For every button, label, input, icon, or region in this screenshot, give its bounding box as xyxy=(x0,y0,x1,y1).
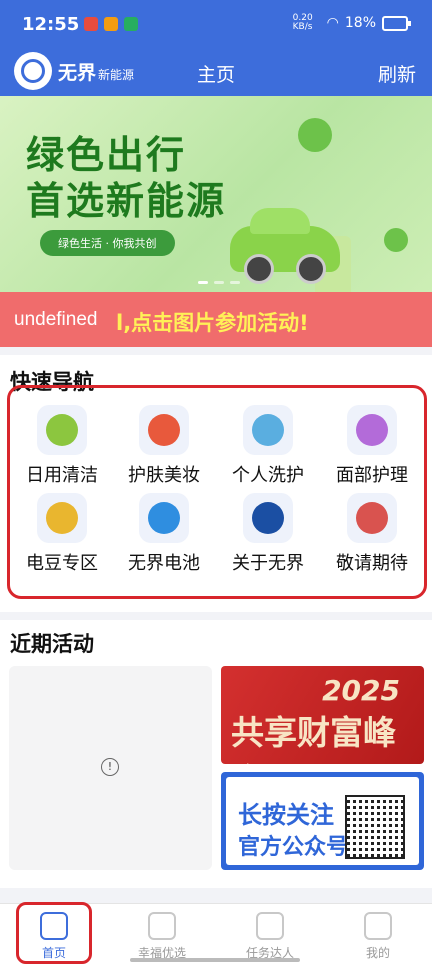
quick-nav-item[interactable]: 护肤美妆 xyxy=(112,405,216,487)
app-bar: 无界 新能源 主页 刷新 xyxy=(0,50,432,96)
follow-line1: 长按关注 xyxy=(238,801,334,829)
gesture-bar xyxy=(130,958,300,962)
activity-image-placeholder[interactable]: ! xyxy=(9,666,212,870)
battery-icon xyxy=(139,493,189,543)
flame-icon xyxy=(256,912,284,940)
image-error-icon: ! xyxy=(101,758,119,776)
car-illustration xyxy=(230,208,340,284)
logo-ring-icon xyxy=(243,493,293,543)
wifi-icon: ◠ xyxy=(326,15,339,31)
quick-nav-label: 无界电池 xyxy=(128,553,200,574)
header: 12:55 0.20 KB/s ◠ 18% 无界 新能源 主页 刷新 xyxy=(0,0,432,96)
summit-title: 共享财富峰会 xyxy=(231,713,396,764)
activity-card-summit[interactable]: 2025 共享财富峰会 xyxy=(221,666,424,764)
cosmetics-icon xyxy=(139,405,189,455)
tab-flame[interactable]: 任务达人 xyxy=(216,904,324,965)
quick-nav-item[interactable]: 无界电池 xyxy=(112,493,216,575)
quick-nav-item[interactable]: 关于无界 xyxy=(216,493,320,575)
quick-nav-label: 敬请期待 xyxy=(336,553,408,574)
qr-code-icon xyxy=(345,795,405,859)
promo-banner[interactable]: 绿色出行 首选新能源 绿色生活 · 你我共创 xyxy=(0,96,432,292)
activity-card-follow[interactable]: 长按关注 官方公众号 xyxy=(221,772,424,870)
activities-title: 近期活动 xyxy=(10,632,94,656)
coins-icon xyxy=(37,493,87,543)
carousel-indicator xyxy=(198,281,240,284)
shopping-bag-icon xyxy=(148,912,176,940)
quick-nav-item[interactable]: 面部护理 xyxy=(320,405,424,487)
faucet-icon xyxy=(37,405,87,455)
active-tab-highlight xyxy=(16,902,92,964)
hourglass-icon xyxy=(347,493,397,543)
quick-nav-item[interactable]: 日用清洁 xyxy=(10,405,114,487)
notification-icon xyxy=(124,17,138,31)
quick-nav-label: 面部护理 xyxy=(336,465,408,486)
quick-nav-item[interactable]: 个人洗护 xyxy=(216,405,320,487)
user-icon xyxy=(364,912,392,940)
quick-nav-label: 护肤美妆 xyxy=(128,465,200,486)
notification-icon xyxy=(84,17,98,31)
quick-nav-label: 电豆专区 xyxy=(26,553,98,574)
quick-nav-item[interactable]: 敬请期待 xyxy=(320,493,424,575)
summit-year: 2025 xyxy=(322,674,400,707)
banner-headline: 绿色出行 首选新能源 xyxy=(26,132,226,224)
banner-line2: 首选新能源 xyxy=(26,179,227,223)
notice-bar[interactable]: undefined l,点击图片参加活动! xyxy=(0,292,432,347)
refresh-button[interactable]: 刷新 xyxy=(378,60,416,87)
battery-text: 18% xyxy=(344,15,376,31)
battery-icon xyxy=(382,15,411,31)
quick-nav-label: 个人洗护 xyxy=(232,465,304,486)
follow-card-inner: 长按关注 官方公众号 xyxy=(226,777,419,865)
skincare-bottle-icon xyxy=(347,405,397,455)
tab-label: 我的 xyxy=(365,946,390,960)
soap-icon xyxy=(243,405,293,455)
follow-line2: 官方公众号 xyxy=(238,835,349,860)
banner-line1: 绿色出行 xyxy=(26,133,187,177)
speed-text: 0.20 KB/s xyxy=(292,13,313,32)
banner-slogan: 绿色生活 · 你我共创 xyxy=(40,230,175,256)
leaf-icon xyxy=(384,228,408,252)
quick-nav-item[interactable]: 电豆专区 xyxy=(10,493,114,575)
status-bar: 12:55 0.20 KB/s ◠ 18% xyxy=(0,0,432,50)
quick-nav-label: 关于无界 xyxy=(232,553,304,574)
page-title: 主页 xyxy=(196,64,235,86)
tab-user[interactable]: 我的 xyxy=(324,904,432,965)
tab-shopping-bag[interactable]: 幸福优选 xyxy=(108,904,216,965)
notification-icon xyxy=(104,17,118,31)
notice-prefix: undefined xyxy=(14,309,98,330)
leaf-icon xyxy=(298,118,332,152)
notice-text: l,点击图片参加活动! xyxy=(116,311,309,335)
status-time: 12:55 xyxy=(22,14,80,35)
status-right: 0.20 KB/s ◠ 18% xyxy=(292,13,411,32)
quick-nav-label: 日用清洁 xyxy=(26,465,98,486)
